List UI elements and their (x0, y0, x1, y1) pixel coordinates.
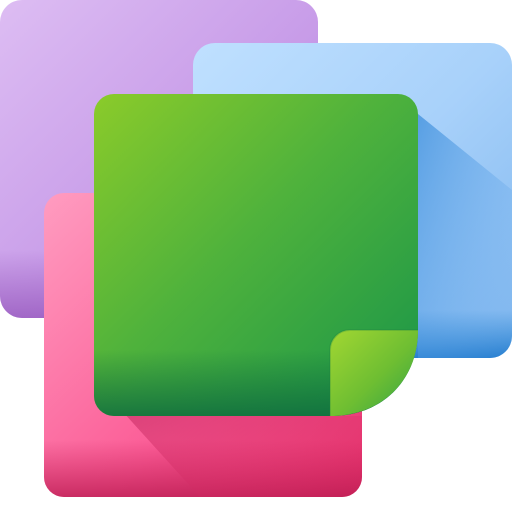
green-note (94, 94, 418, 416)
sticky-notes-svg (0, 0, 512, 497)
sticky-notes-icon (0, 0, 512, 512)
page-curl-icon (330, 330, 418, 416)
